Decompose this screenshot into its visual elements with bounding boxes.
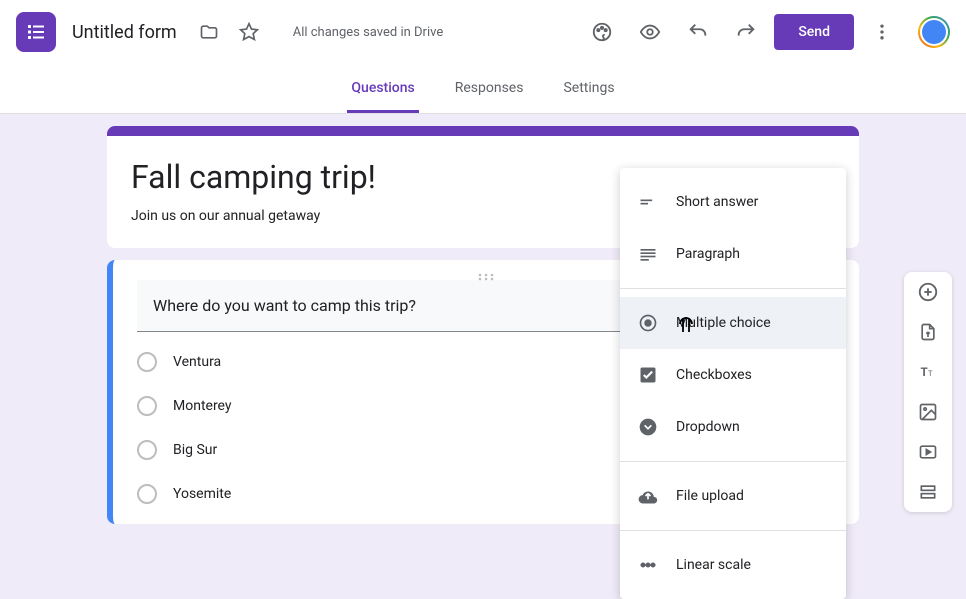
menu-separator [620, 288, 846, 289]
tabs-bar: Questions Responses Settings [0, 64, 966, 114]
menu-label: Short answer [676, 194, 758, 210]
send-button[interactable]: Send [774, 14, 854, 50]
preview-icon[interactable] [638, 20, 662, 44]
folder-icon[interactable] [197, 20, 221, 44]
add-question-button[interactable] [916, 280, 940, 304]
tab-responses[interactable]: Responses [451, 68, 528, 113]
radio-icon [636, 311, 660, 335]
more-icon[interactable] [870, 20, 894, 44]
radio-icon [137, 440, 157, 460]
menu-item-linear-scale[interactable]: Linear scale [620, 539, 846, 591]
menu-label: File upload [676, 488, 744, 504]
menu-label: Paragraph [676, 246, 740, 262]
form-name[interactable]: Untitled form [72, 22, 177, 43]
palette-icon[interactable] [590, 20, 614, 44]
add-section-button[interactable] [916, 480, 940, 504]
radio-icon [137, 484, 157, 504]
redo-icon[interactable] [734, 20, 758, 44]
side-toolbar: TT [904, 272, 952, 512]
undo-icon[interactable] [686, 20, 710, 44]
menu-label: Multiple choice [676, 315, 771, 331]
dropdown-icon [636, 415, 660, 439]
paragraph-icon [636, 242, 660, 266]
menu-item-dropdown[interactable]: Dropdown [620, 401, 846, 453]
save-status: All changes saved in Drive [293, 25, 583, 40]
question-type-menu: Short answer Paragraph Multiple choice C… [620, 168, 846, 599]
menu-item-file-upload[interactable]: File upload [620, 470, 846, 522]
add-title-button[interactable]: TT [916, 360, 940, 384]
linear-scale-icon [636, 553, 660, 577]
option-label[interactable]: Ventura [173, 354, 221, 370]
option-label[interactable]: Monterey [173, 398, 232, 414]
svg-text:T: T [928, 369, 933, 378]
account-avatar[interactable] [918, 16, 950, 48]
app-header: Untitled form All changes saved in Drive… [0, 0, 966, 64]
menu-label: Dropdown [676, 419, 740, 435]
import-questions-button[interactable] [916, 320, 940, 344]
menu-item-multiple-choice[interactable]: Multiple choice [620, 297, 846, 349]
add-image-button[interactable] [916, 400, 940, 424]
checkbox-icon [636, 363, 660, 387]
forms-logo[interactable] [16, 12, 56, 52]
tab-questions[interactable]: Questions [347, 68, 418, 113]
menu-item-short-answer[interactable]: Short answer [620, 176, 846, 228]
radio-icon [137, 352, 157, 372]
radio-icon [137, 396, 157, 416]
upload-icon [636, 484, 660, 508]
menu-item-paragraph[interactable]: Paragraph [620, 228, 846, 280]
menu-item-checkboxes[interactable]: Checkboxes [620, 349, 846, 401]
menu-separator [620, 530, 846, 531]
menu-label: Linear scale [676, 557, 751, 573]
option-label[interactable]: Yosemite [173, 486, 231, 502]
menu-label: Checkboxes [676, 367, 752, 383]
drag-handle-icon[interactable] [476, 266, 496, 285]
short-answer-icon [636, 190, 660, 214]
tab-settings[interactable]: Settings [559, 68, 618, 113]
option-label[interactable]: Big Sur [173, 442, 217, 458]
menu-separator [620, 461, 846, 462]
svg-text:T: T [921, 365, 928, 379]
add-video-button[interactable] [916, 440, 940, 464]
star-icon[interactable] [237, 20, 261, 44]
